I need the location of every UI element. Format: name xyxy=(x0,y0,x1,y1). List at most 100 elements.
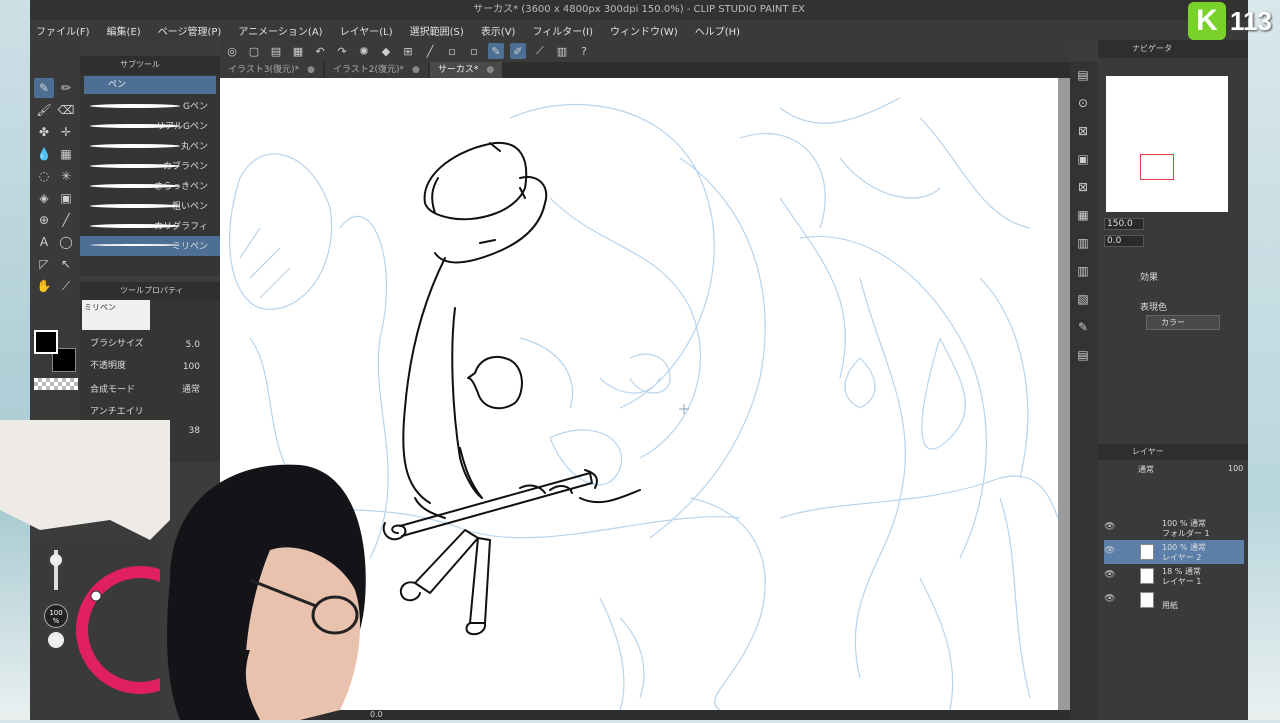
edit-icon[interactable]: ✎ xyxy=(1074,318,1092,336)
menu-bar: ファイル(F) 編集(E) ページ管理(P) アニメーション(A) レイヤー(L… xyxy=(30,20,1248,40)
subtool-group-pen[interactable]: ペン xyxy=(84,76,216,94)
balloon-tool-icon[interactable]: ◯ xyxy=(56,232,76,252)
tab-circus[interactable]: サーカス* ● xyxy=(429,62,503,78)
brush-g-pen[interactable]: Gペン xyxy=(80,96,220,116)
transform-icon[interactable]: ⊞ xyxy=(400,43,416,59)
layer-opacity-value[interactable]: 100 xyxy=(1228,464,1243,473)
snap-special-icon[interactable]: ▫ xyxy=(466,43,482,59)
panel-icon[interactable]: ▥ xyxy=(1074,234,1092,252)
gradient-tool-icon[interactable]: ▣ xyxy=(56,188,76,208)
grid-icon[interactable]: ▦ xyxy=(1074,206,1092,224)
brush-kabura-pen[interactable]: カブラペン xyxy=(80,156,220,176)
app-icon[interactable]: ◎ xyxy=(224,43,240,59)
camera-icon[interactable]: ▣ xyxy=(1074,150,1092,168)
save-icon[interactable]: ▦ xyxy=(290,43,306,59)
tab-close-icon[interactable]: ● xyxy=(486,62,494,78)
menu-edit[interactable]: 編集(E) xyxy=(107,23,141,38)
brush-rough-pen[interactable]: 粗いペン xyxy=(80,196,220,216)
line-tool-icon[interactable]: ╱ xyxy=(56,210,76,230)
menu-layer[interactable]: レイヤー(L) xyxy=(340,23,393,38)
tab-illust2[interactable]: イラスト2(復元)* ● xyxy=(324,62,428,78)
brush-calligraphy[interactable]: カリグラフィ xyxy=(80,216,220,236)
fill-tool-icon[interactable]: ◈ xyxy=(34,188,54,208)
close-panel-icon[interactable]: ⊠ xyxy=(1074,178,1092,196)
help-icon[interactable]: ? xyxy=(576,43,592,59)
rotation-input[interactable]: 0.0 xyxy=(1104,235,1144,247)
menu-page[interactable]: ページ管理(P) xyxy=(158,23,222,38)
panel-icon[interactable]: ▧ xyxy=(1074,290,1092,308)
brush-milli-pen[interactable]: ミリペン xyxy=(80,236,220,256)
layer-2[interactable]: 👁 100 % 通常 レイヤー 2 xyxy=(1104,540,1244,564)
lasso-tool-icon[interactable]: ◌ xyxy=(34,166,54,186)
transparent-color-swatch[interactable] xyxy=(34,378,78,390)
eyedropper-tool-icon[interactable]: ⟋ xyxy=(56,276,76,296)
layer-1[interactable]: 👁 18 % 通常 レイヤー 1 xyxy=(1104,564,1244,588)
layer-paper[interactable]: 👁 用紙 xyxy=(1104,588,1244,612)
pen-tool-icon[interactable]: ✎ xyxy=(34,78,54,98)
snap-grid-icon[interactable]: ▫ xyxy=(444,43,460,59)
loading-icon[interactable]: ✺ xyxy=(356,43,372,59)
object-tool-icon[interactable]: ↖ xyxy=(56,254,76,274)
menu-animation[interactable]: アニメーション(A) xyxy=(238,23,322,38)
eraser-tool-icon[interactable]: ⌫ xyxy=(56,100,76,120)
move-tool-icon[interactable]: ✛ xyxy=(56,122,76,142)
undo-icon[interactable]: ↶ xyxy=(312,43,328,59)
blend-mode-select[interactable]: 通常 xyxy=(182,382,200,395)
ruler-tool-icon[interactable]: ◸ xyxy=(34,254,54,274)
menu-file[interactable]: ファイル(F) xyxy=(36,23,90,38)
menu-view[interactable]: 表示(V) xyxy=(481,23,516,38)
text-tool-icon[interactable]: A xyxy=(34,232,54,252)
eye-icon[interactable]: 👁 xyxy=(1104,546,1115,556)
status-zoom[interactable]: 0.0 xyxy=(370,710,383,719)
tab-close-icon[interactable]: ● xyxy=(412,62,420,78)
material-icon[interactable]: ▤ xyxy=(1074,66,1092,84)
clear-icon[interactable]: ◆ xyxy=(378,43,394,59)
stroke-icon[interactable]: ✐ xyxy=(510,43,526,59)
menu-selection[interactable]: 選択範囲(S) xyxy=(410,23,464,38)
menu-window[interactable]: ウィンドウ(W) xyxy=(610,23,678,38)
layer-folder-1[interactable]: 👁 100 % 通常 フォルダー 1 xyxy=(1104,516,1244,540)
brush-label: 丸ペン xyxy=(180,142,208,152)
new-file-icon[interactable]: ▢ xyxy=(246,43,262,59)
stabilize-icon[interactable]: ✎ xyxy=(488,43,504,59)
zoom-input[interactable]: 150.0 xyxy=(1104,218,1144,230)
eye-icon[interactable]: 👁 xyxy=(1104,594,1115,604)
open-file-icon[interactable]: ▤ xyxy=(268,43,284,59)
expression-color-select[interactable]: カラー xyxy=(1146,315,1220,330)
brush-size-value[interactable]: 5.0 xyxy=(186,340,200,350)
hand-tool-icon[interactable]: ✋ xyxy=(34,276,54,296)
magic-wand-icon[interactable]: ✳ xyxy=(56,166,76,186)
brush-sarakki-pen[interactable]: さらっきペン xyxy=(80,176,220,196)
eye-icon[interactable]: 👁 xyxy=(1104,522,1115,532)
snap-ruler-icon[interactable]: ╱ xyxy=(422,43,438,59)
panel-icon[interactable]: ▥ xyxy=(1074,262,1092,280)
brand-number: 113 xyxy=(1230,6,1272,36)
brush-tool-icon[interactable]: 🖌 xyxy=(34,100,54,120)
eye-icon[interactable]: 👁 xyxy=(1104,570,1115,580)
opacity-value[interactable]: 100 xyxy=(183,362,200,372)
pen-pressure-icon[interactable]: ⟋ xyxy=(532,43,548,59)
brush-real-g-pen[interactable]: リアルGペン xyxy=(80,116,220,136)
frame-tool-icon[interactable]: ▦ xyxy=(56,144,76,164)
brush-maru-pen[interactable]: 丸ペン xyxy=(80,136,220,156)
deco-tool-icon[interactable]: ✤ xyxy=(34,122,54,142)
redo-icon[interactable]: ↷ xyxy=(334,43,350,59)
navigator-preview[interactable] xyxy=(1106,76,1228,212)
blend-tool-icon[interactable]: 💧 xyxy=(34,144,54,164)
layer-blend-select[interactable]: 通常 xyxy=(1138,464,1154,475)
document-icon[interactable]: ▥ xyxy=(554,43,570,59)
menu-filter[interactable]: フィルター(I) xyxy=(532,23,593,38)
command-bar: ◎ ▢ ▤ ▦ ↶ ↷ ✺ ◆ ⊞ ╱ ▫ ▫ ✎ ✐ ⟋ ▥ ? xyxy=(220,40,1070,62)
menu-help[interactable]: ヘルプ(H) xyxy=(695,23,740,38)
search-icon[interactable]: ⊙ xyxy=(1074,94,1092,112)
tab-close-icon[interactable]: ● xyxy=(307,62,315,78)
foreground-color-swatch[interactable] xyxy=(34,330,58,354)
pencil-tool-icon[interactable]: ✏ xyxy=(56,78,76,98)
opacity-label: 不透明度 xyxy=(90,361,127,371)
tab-illust3[interactable]: イラスト3(復元)* ● xyxy=(220,62,323,78)
close-panel-icon[interactable]: ⊠ xyxy=(1074,122,1092,140)
panel-icon[interactable]: ▤ xyxy=(1074,346,1092,364)
zoom-tool-icon[interactable]: ⊕ xyxy=(34,210,54,230)
layer-name: フォルダー 1 xyxy=(1162,529,1210,538)
navigator-view-rect[interactable] xyxy=(1140,154,1174,180)
